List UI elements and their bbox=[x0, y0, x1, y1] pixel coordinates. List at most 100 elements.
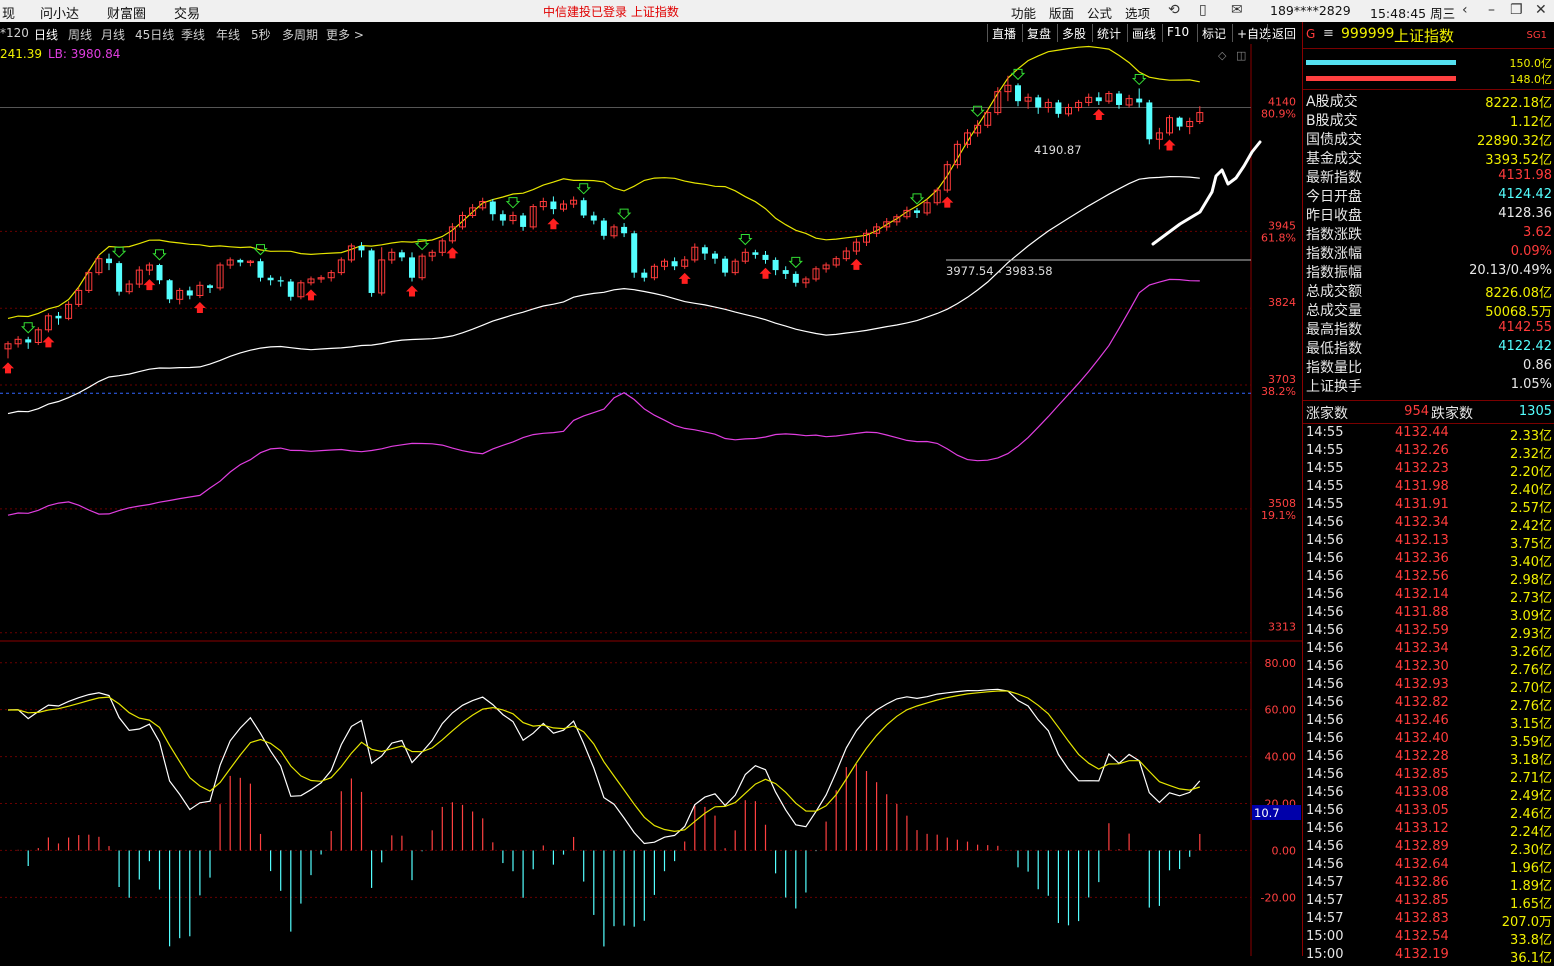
candle-body bbox=[1095, 97, 1102, 102]
menu-item-xian[interactable]: 现 bbox=[2, 3, 15, 22]
tick-price: 4133.05 bbox=[1395, 803, 1449, 818]
stat-label: 指数涨幅 bbox=[1306, 246, 1362, 262]
back-icon[interactable]: ‹ bbox=[1462, 2, 1468, 18]
stat-value: 3.62 bbox=[1523, 225, 1552, 240]
period-120[interactable]: *120 bbox=[0, 26, 29, 40]
tick-row: 14:56 4132.34 2.42亿 bbox=[1303, 514, 1554, 534]
period-quarterly[interactable]: 季线 bbox=[181, 26, 205, 43]
tick-time: 14:56 bbox=[1306, 821, 1344, 836]
login-status: 中信建投已登录 上证指数 bbox=[543, 5, 679, 19]
tick-row: 14:56 4132.30 2.76亿 bbox=[1303, 658, 1554, 678]
mail-icon[interactable]: ✉ bbox=[1231, 2, 1243, 18]
menu-item-gongneng[interactable]: 功能 bbox=[1011, 3, 1036, 22]
toolbar-mark[interactable]: 标记 bbox=[1197, 24, 1230, 42]
stat-value: 4122.42 bbox=[1498, 339, 1552, 354]
period-45day[interactable]: 45日线 bbox=[135, 26, 174, 43]
stat-value: 50068.5万 bbox=[1485, 305, 1552, 320]
candle-body bbox=[106, 258, 112, 264]
tick-row: 14:56 4132.85 2.71亿 bbox=[1303, 766, 1554, 786]
period-more[interactable]: 更多 > bbox=[326, 26, 364, 43]
tick-price: 4132.40 bbox=[1395, 731, 1449, 746]
tick-row: 14:56 4132.13 3.75亿 bbox=[1303, 532, 1554, 552]
rise-count: 954 bbox=[1404, 404, 1429, 419]
minimize-icon[interactable]: – bbox=[1488, 2, 1495, 18]
refresh-icon[interactable]: ⟲ bbox=[1168, 2, 1180, 18]
toolbar-draw[interactable]: 画线 bbox=[1127, 24, 1160, 42]
stat-value: 4131.98 bbox=[1498, 168, 1552, 183]
tick-price: 4133.12 bbox=[1395, 821, 1449, 836]
phone-icon[interactable]: ▯ bbox=[1199, 2, 1207, 18]
tick-time: 14:56 bbox=[1306, 857, 1344, 872]
tick-time: 14:56 bbox=[1306, 677, 1344, 692]
stat-value: 0.09% bbox=[1510, 244, 1552, 259]
stat-label: 指数涨跌 bbox=[1306, 227, 1362, 243]
breadth-row: 涨家数 954 跌家数 1305 bbox=[1303, 400, 1554, 424]
stat-label: 指数振幅 bbox=[1306, 265, 1362, 281]
tick-price: 4132.23 bbox=[1395, 461, 1449, 476]
toolbar-f10[interactable]: F10 bbox=[1162, 24, 1193, 42]
stat-label: 总成交额 bbox=[1306, 284, 1362, 300]
fib-pct-label: 61.8% bbox=[1261, 231, 1296, 244]
toolbar-back[interactable]: 返回 bbox=[1267, 24, 1300, 42]
period-5sec[interactable]: 5秒 bbox=[251, 26, 271, 43]
menu-item-caifuquan[interactable]: 财富圈 bbox=[107, 3, 146, 22]
candle-body bbox=[701, 247, 708, 254]
diamond-icon[interactable]: ◇ bbox=[1218, 49, 1227, 62]
stat-row: 国债成交 22890.32亿 bbox=[1303, 129, 1554, 149]
osc-value-marker: 10.7 bbox=[1254, 806, 1280, 820]
toolbar-replay[interactable]: 复盘 bbox=[1022, 24, 1055, 42]
stat-label: 基金成交 bbox=[1306, 151, 1362, 167]
tick-price: 4132.64 bbox=[1395, 857, 1449, 872]
period-monthly[interactable]: 月线 bbox=[101, 26, 125, 43]
panel-toggle-icon[interactable]: ◫ bbox=[1236, 49, 1246, 62]
tick-row: 14:56 4132.14 2.73亿 bbox=[1303, 586, 1554, 606]
period-weekly[interactable]: 周线 bbox=[68, 26, 92, 43]
close-icon[interactable]: ✕ bbox=[1535, 2, 1547, 18]
menu-item-banmian[interactable]: 版面 bbox=[1049, 3, 1074, 22]
tick-price: 4132.86 bbox=[1395, 875, 1449, 890]
period-daily[interactable]: 日线 bbox=[34, 26, 58, 43]
tick-time: 14:56 bbox=[1306, 587, 1344, 602]
period-toolbar: *120 日线 周线 月线 45日线 季线 年线 5秒 多周期 更多 > 直播 … bbox=[0, 22, 1302, 45]
tick-time: 14:57 bbox=[1306, 911, 1344, 926]
osc-tick-label: -20.00 bbox=[1261, 891, 1296, 904]
osc-tick-label: 40.00 bbox=[1265, 751, 1297, 764]
tick-price: 4132.26 bbox=[1395, 443, 1449, 458]
tick-time: 14:57 bbox=[1306, 893, 1344, 908]
osc-tick-label: 80.00 bbox=[1265, 657, 1297, 670]
tick-time: 14:55 bbox=[1306, 461, 1344, 476]
menu-icon[interactable]: ≡ bbox=[1323, 26, 1334, 41]
stat-row: 上证换手 1.05% bbox=[1303, 376, 1554, 395]
candle-body bbox=[25, 339, 32, 343]
tick-price: 4132.13 bbox=[1395, 533, 1449, 548]
menu-item-xuanxiang[interactable]: 选项 bbox=[1125, 3, 1150, 22]
restore-icon[interactable]: ❐ bbox=[1510, 2, 1523, 18]
period-yearly[interactable]: 年线 bbox=[216, 26, 240, 43]
user-account[interactable]: 189****2829 bbox=[1270, 3, 1351, 18]
stat-label: 最低指数 bbox=[1306, 341, 1362, 357]
menu-item-gongshi[interactable]: 公式 bbox=[1087, 3, 1112, 22]
menu-item-jiaoyi[interactable]: 交易 bbox=[174, 3, 200, 22]
tick-price: 4131.88 bbox=[1395, 605, 1449, 620]
tick-volume: 36.1亿 bbox=[1510, 951, 1552, 966]
fib-pct-label: 80.9% bbox=[1261, 108, 1296, 121]
stat-label: 今日开盘 bbox=[1306, 189, 1362, 205]
tick-time: 15:00 bbox=[1306, 929, 1344, 944]
tick-price: 4132.28 bbox=[1395, 749, 1449, 764]
candle-body bbox=[712, 253, 718, 259]
kline-chart[interactable]: 241.39 LB: 3980.84 ◇ ◫ 414080.9%394561.8… bbox=[0, 44, 1302, 956]
tick-price: 4132.54 bbox=[1395, 929, 1449, 944]
stat-row: 指数振幅 20.13/0.49% bbox=[1303, 262, 1554, 281]
tick-row: 15:00 4132.19 36.1亿 bbox=[1303, 946, 1554, 966]
toolbar-live[interactable]: 直播 bbox=[987, 24, 1020, 42]
stat-value: 4128.36 bbox=[1498, 206, 1552, 221]
tick-price: 4132.85 bbox=[1395, 893, 1449, 908]
tick-row: 14:55 4131.91 2.57亿 bbox=[1303, 496, 1554, 516]
toolbar-stats[interactable]: 统计 bbox=[1092, 24, 1125, 42]
period-multi[interactable]: 多周期 bbox=[282, 26, 318, 43]
g-icon[interactable]: G bbox=[1306, 27, 1315, 41]
menu-item-wenxiaoda[interactable]: 问小达 bbox=[40, 3, 79, 22]
fall-label: 跌家数 bbox=[1431, 406, 1473, 422]
toolbar-multistock[interactable]: 多股 bbox=[1057, 24, 1090, 42]
stat-value: 8226.08亿 bbox=[1485, 286, 1552, 301]
